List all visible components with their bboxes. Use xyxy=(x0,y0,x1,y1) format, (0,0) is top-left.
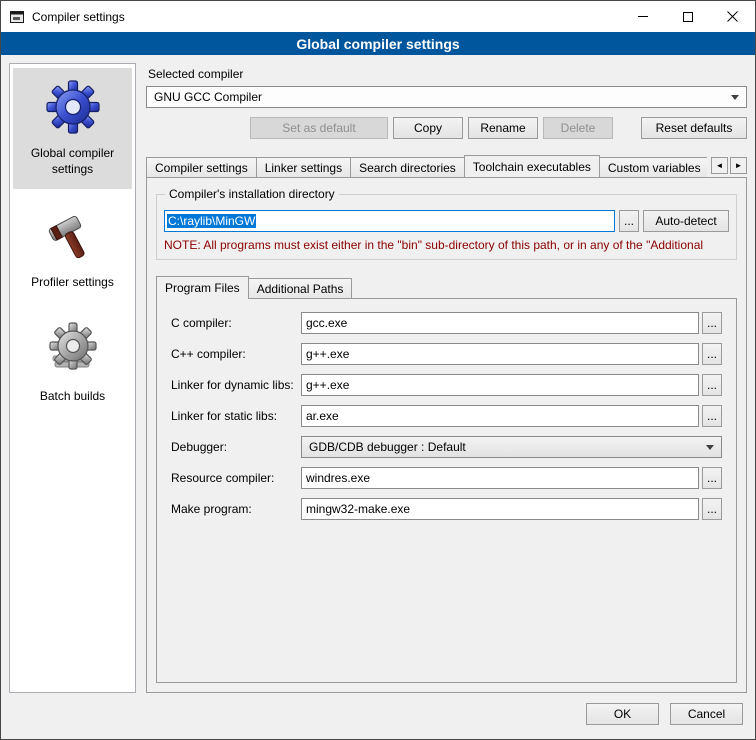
debugger-label: Debugger: xyxy=(171,440,301,454)
copy-button[interactable]: Copy xyxy=(393,117,463,139)
cpp-compiler-input[interactable] xyxy=(301,343,699,365)
sidebar-item-label: Profiler settings xyxy=(31,275,114,291)
gray-gear-icon xyxy=(45,321,101,379)
ok-button[interactable]: OK xyxy=(586,703,659,725)
installation-note: NOTE: All programs must exist either in … xyxy=(164,238,729,252)
dynamic-linker-input[interactable] xyxy=(301,374,699,396)
cpp-compiler-row: C++ compiler: ... xyxy=(171,343,722,365)
maximize-button[interactable] xyxy=(665,1,710,32)
settings-tabstrip: Compiler settings Linker settings Search… xyxy=(146,154,747,177)
maximize-icon xyxy=(683,12,693,22)
make-program-label: Make program: xyxy=(171,502,301,516)
tab-program-files[interactable]: Program Files xyxy=(156,276,249,299)
sidebar-item-global-compiler-settings[interactable]: Global compiler settings xyxy=(13,68,132,189)
dynamic-linker-row: Linker for dynamic libs: ... xyxy=(171,374,722,396)
cancel-button[interactable]: Cancel xyxy=(670,703,743,725)
window-title: Compiler settings xyxy=(32,10,125,24)
rename-button[interactable]: Rename xyxy=(468,117,538,139)
sidebar-item-batch-builds[interactable]: Batch builds xyxy=(13,311,132,417)
selected-compiler-dropdown[interactable]: GNU GCC Compiler xyxy=(146,86,747,108)
selected-compiler-label: Selected compiler xyxy=(148,67,747,81)
tab-search-directories[interactable]: Search directories xyxy=(350,157,465,177)
toolchain-executables-panel: Compiler's installation directory C:\ray… xyxy=(146,177,747,693)
debugger-row: Debugger: GDB/CDB debugger : Default xyxy=(171,436,722,458)
program-files-panel: C compiler: ... C++ compiler: ... Linker… xyxy=(156,298,737,683)
tab-custom-variables[interactable]: Custom variables xyxy=(599,157,707,177)
selected-compiler-value: GNU GCC Compiler xyxy=(154,90,262,104)
sidebar-item-profiler-settings[interactable]: Profiler settings xyxy=(13,197,132,303)
reset-defaults-button[interactable]: Reset defaults xyxy=(641,117,747,139)
installation-directory-input[interactable]: C:\raylib\MinGW xyxy=(164,210,615,232)
installation-directory-group: Compiler's installation directory C:\ray… xyxy=(156,194,737,260)
make-program-browse-button[interactable]: ... xyxy=(702,498,722,520)
cpp-compiler-label: C++ compiler: xyxy=(171,347,301,361)
auto-detect-button[interactable]: Auto-detect xyxy=(643,210,729,232)
delete-button[interactable]: Delete xyxy=(543,117,613,139)
c-compiler-input[interactable] xyxy=(301,312,699,334)
tab-scroll-left-button[interactable]: ◄ xyxy=(711,157,728,174)
static-linker-row: Linker for static libs: ... xyxy=(171,405,722,427)
minimize-button[interactable] xyxy=(620,1,665,32)
dynamic-linker-label: Linker for dynamic libs: xyxy=(171,378,301,392)
tab-toolchain-executables[interactable]: Toolchain executables xyxy=(464,155,600,177)
resource-compiler-input[interactable] xyxy=(301,467,699,489)
c-compiler-row: C compiler: ... xyxy=(171,312,722,334)
sidebar-item-label: Batch builds xyxy=(40,389,105,405)
tab-additional-paths[interactable]: Additional Paths xyxy=(248,278,353,298)
resource-compiler-row: Resource compiler: ... xyxy=(171,467,722,489)
make-program-input[interactable] xyxy=(301,498,699,520)
dialog-footer: OK Cancel xyxy=(1,697,755,739)
app-icon xyxy=(9,9,25,25)
tab-compiler-settings[interactable]: Compiler settings xyxy=(146,157,257,177)
c-compiler-label: C compiler: xyxy=(171,316,301,330)
installation-directory-browse-button[interactable]: ... xyxy=(619,210,639,232)
compiler-settings-dialog: Compiler settings Global compiler settin… xyxy=(0,0,756,740)
cpp-compiler-browse-button[interactable]: ... xyxy=(702,343,722,365)
debugger-dropdown[interactable]: GDB/CDB debugger : Default xyxy=(301,436,722,458)
resource-compiler-browse-button[interactable]: ... xyxy=(702,467,722,489)
chevron-down-icon xyxy=(731,95,739,100)
settings-category-list: Global compiler settings xyxy=(9,63,136,693)
static-linker-label: Linker for static libs: xyxy=(171,409,301,423)
tab-linker-settings[interactable]: Linker settings xyxy=(256,157,351,177)
resource-compiler-label: Resource compiler: xyxy=(171,471,301,485)
blue-gear-icon xyxy=(45,78,101,136)
make-program-row: Make program: ... xyxy=(171,498,722,520)
hammer-icon xyxy=(45,207,101,265)
static-linker-browse-button[interactable]: ... xyxy=(702,405,722,427)
close-button[interactable] xyxy=(710,1,755,32)
dynamic-linker-browse-button[interactable]: ... xyxy=(702,374,722,396)
minimize-icon xyxy=(638,16,648,17)
debugger-value: GDB/CDB debugger : Default xyxy=(309,440,466,454)
installation-directory-value: C:\raylib\MinGW xyxy=(167,214,256,228)
static-linker-input[interactable] xyxy=(301,405,699,427)
titlebar[interactable]: Compiler settings xyxy=(1,1,755,32)
program-files-tabstrip: Program Files Additional Paths xyxy=(156,276,737,298)
close-icon xyxy=(727,11,738,22)
installation-directory-group-title: Compiler's installation directory xyxy=(165,187,339,201)
set-as-default-button[interactable]: Set as default xyxy=(250,117,388,139)
page-title: Global compiler settings xyxy=(1,32,755,55)
tab-scroll-right-button[interactable]: ► xyxy=(730,157,747,174)
c-compiler-browse-button[interactable]: ... xyxy=(702,312,722,334)
sidebar-item-label: Global compiler settings xyxy=(15,146,130,177)
chevron-down-icon xyxy=(706,445,714,450)
